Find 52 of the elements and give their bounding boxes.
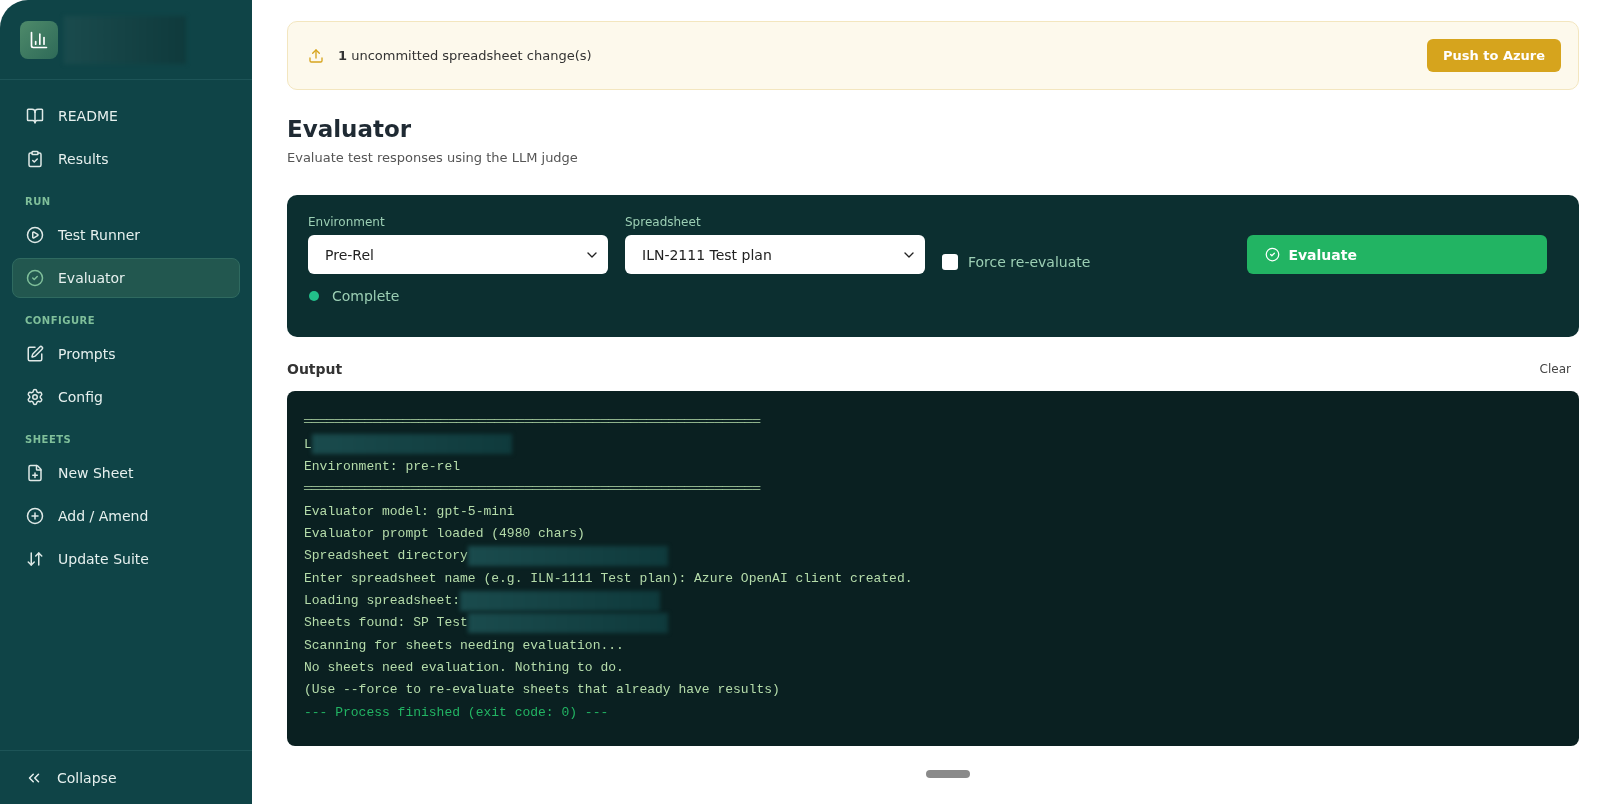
field-label: Environment [308,215,386,229]
sidebar-item[interactable]: Evaluator [12,258,240,298]
checkbox[interactable] [942,254,958,270]
edit-icon [26,345,44,363]
clear-button[interactable]: Clear [1539,362,1579,376]
checkbox-label: Force re-evaluate [968,254,1091,270]
console-line: Evaluator prompt loaded (4980 chars) [304,526,585,542]
plus-circle-icon [26,507,44,525]
page-title: Evaluator [287,116,413,142]
sidebar-item[interactable]: Test Runner [12,215,240,255]
environment-select[interactable]: Pre-Rel [308,235,608,274]
spreadsheet-select[interactable]: ILN-2111 Test plan [625,235,925,274]
sidebar-item[interactable]: Add / Amend [12,496,240,536]
console-line: Loading spreadsheet: [304,593,461,608]
sidebar-item[interactable]: Results [12,139,240,179]
arrows-icon [26,550,44,568]
sidebar-item[interactable]: README [12,96,240,136]
console-line: Scanning for sheets needing evaluation... [304,637,624,653]
play-icon [26,226,44,244]
sidebar-item[interactable]: Config [12,377,240,417]
field-label: Spreadsheet [625,215,702,229]
file-plus-icon [26,464,44,482]
console-line: Sheets found: SP Test [304,615,468,631]
clipboard-check-icon [26,150,44,168]
settings-icon [26,388,44,406]
console-line: L [304,436,312,452]
output-label: Output [287,361,343,377]
console-line: No sheets need evaluation. Nothing to do. [304,659,624,675]
console-line: Environment: pre-rel [304,459,461,475]
page-subtitle: Evaluate test responses using the LLM judge [287,150,579,165]
status-text: Complete [332,288,400,304]
console-line: Spreadsheet directory [304,548,468,564]
scroll-handle[interactable] [926,770,970,778]
console-line: --- Process finished (exit code: 0) --- [304,704,609,720]
upload-icon [308,47,324,64]
book-icon [26,107,44,125]
check-circle-icon [26,269,44,287]
divider-line: ════════════════════════════════════════════════════════════ [304,417,761,428]
app-logo [20,20,58,59]
section-heading: CONFIGURE [24,314,97,328]
sidebar-item[interactable]: Prompts [12,334,240,374]
sidebar-item[interactable]: New Sheet [12,453,240,493]
notice-text: 1 uncommitted spreadsheet change(s) [338,48,593,63]
collapse-button[interactable]: Collapse [25,768,117,787]
check-circle-icon [1265,247,1281,262]
section-heading: SHEETS [24,433,73,447]
sidebar-item[interactable]: Update Suite [12,539,240,579]
divider-line: ════════════════════════════════════════════════════════════ [304,484,761,495]
console-line: (Use --force to re-evaluate sheets that already have results) [304,682,780,698]
console-line: Evaluator model: gpt-5-mini [304,503,515,519]
console-line: Enter spreadsheet name (e.g. ILN-1111 Test plan): Azure OpenAI client created. [304,570,913,586]
section-heading: RUN [24,195,52,209]
